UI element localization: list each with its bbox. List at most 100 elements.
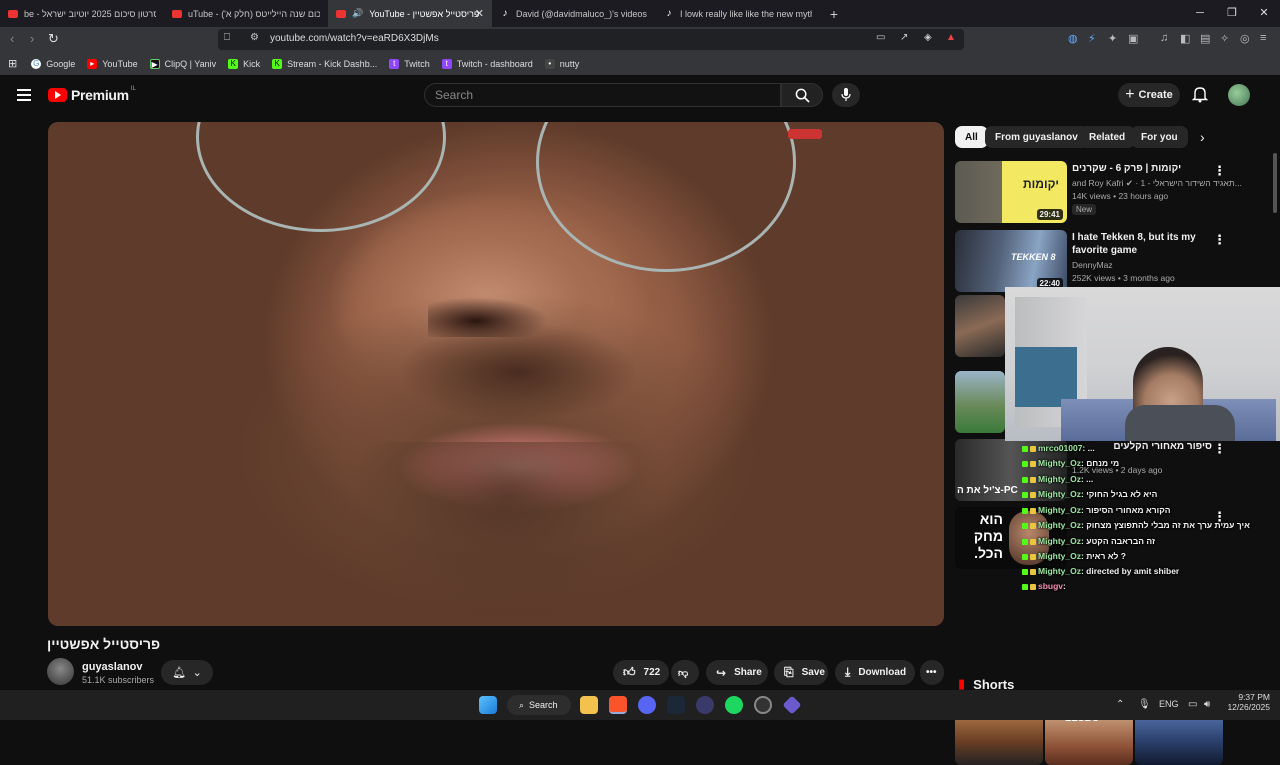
chat-line: mrco01007: ...	[1022, 443, 1095, 453]
browser-tab[interactable]: ♪ I lowk really like like the new mythic	[656, 0, 820, 27]
more-vertical-icon[interactable]: ⋮	[1213, 232, 1226, 248]
chat-line: sbugv:	[1022, 581, 1066, 591]
shield-icon[interactable]: ◈	[924, 32, 932, 43]
minimize-icon[interactable]: ─	[1184, 0, 1216, 27]
browser-tab[interactable]: be - סרטון סיכום 2025 יוטיוב ישראל	[0, 0, 164, 27]
address-bar[interactable]: ⎕ ⚙ youtube.com/watch?v=eaRD6X3DjMs ▭ ↗ …	[218, 29, 964, 50]
spotify-icon[interactable]	[725, 696, 743, 714]
browser-tab-bar: be - סרטון סיכום 2025 יוטיוב ישראל uTube…	[0, 0, 1280, 27]
leo-icon[interactable]: ✧	[1220, 32, 1229, 45]
brave-browser-icon[interactable]	[609, 696, 627, 714]
obs-icon[interactable]	[754, 696, 772, 714]
vpn-icon[interactable]: ◎	[1240, 32, 1250, 45]
bookmark-kick[interactable]: K Kick	[228, 58, 260, 69]
dislike-button[interactable]: 👎︎	[671, 660, 699, 685]
extension-icon[interactable]: ⚡	[1088, 32, 1096, 45]
site-info-icon[interactable]: ⚙	[250, 32, 259, 43]
bookmark-icon[interactable]: ⎕	[224, 32, 230, 43]
language-indicator[interactable]: ENG	[1159, 699, 1179, 709]
google-icon: G	[31, 58, 42, 69]
apps-grid-icon[interactable]: ⊞	[8, 57, 17, 70]
share-page-icon[interactable]: ↗	[900, 32, 908, 43]
taskbar-search-button[interactable]: ⌕ Search	[507, 695, 571, 715]
recommendation-item[interactable]: TEKKEN 8 22:40 I hate Tekken 8, but its …	[955, 230, 1280, 292]
reload-icon[interactable]: ↻	[48, 31, 59, 47]
extensions-puzzle-icon[interactable]: ✦	[1108, 32, 1117, 45]
chip-from-channel[interactable]: From guyaslanov	[985, 126, 1088, 148]
more-vertical-icon[interactable]: ⋮	[1213, 441, 1226, 457]
extension-icon[interactable]: ▣	[1128, 32, 1138, 45]
search-button[interactable]	[781, 83, 823, 107]
network-icon[interactable]: ▭	[1188, 699, 1197, 710]
chevron-up-icon[interactable]: ⌃	[1116, 699, 1124, 710]
search-input[interactable]: Search	[424, 83, 781, 107]
bookmark-youtube[interactable]: ▸ YouTube	[87, 58, 138, 69]
save-button[interactable]: ⎘ Save	[774, 660, 828, 685]
bookmark-nutty[interactable]: • nutty	[544, 58, 579, 69]
voice-search-button[interactable]	[832, 83, 860, 107]
menu-icon[interactable]: ≡	[1260, 32, 1266, 44]
chat-line: Mighty_Oz: זה הבראבה הקטע	[1022, 536, 1155, 546]
notifications-bell-icon[interactable]	[1192, 85, 1208, 103]
create-button[interactable]: + Create	[1118, 83, 1180, 107]
video-thumbnail[interactable]	[955, 371, 1005, 433]
new-tab-button[interactable]: +	[824, 6, 844, 22]
clock-date: 12/26/2025	[1227, 702, 1270, 712]
bookmark-kick-dashboard[interactable]: K Stream - Kick Dashb...	[272, 58, 377, 69]
sidebar-toggle-icon[interactable]: ◧	[1180, 32, 1190, 45]
account-avatar[interactable]	[1228, 84, 1250, 106]
restore-icon[interactable]: ❐	[1216, 0, 1248, 27]
bookmark-twitch-dashboard[interactable]: t Twitch - dashboard	[441, 58, 533, 69]
volume-icon[interactable]: 🔊︎	[1204, 699, 1210, 710]
rewards-icon[interactable]: ▲	[946, 32, 956, 43]
video-thumbnail[interactable]: TEKKEN 8 22:40	[955, 230, 1067, 292]
discord-icon[interactable]	[638, 696, 656, 714]
share-button[interactable]: ↪ Share	[706, 660, 768, 685]
app-icon[interactable]	[782, 695, 802, 715]
browser-tab[interactable]: ♪David (@davidmaluco_)'s videos with	[492, 0, 656, 27]
chip-for-you[interactable]: For you	[1131, 126, 1188, 148]
chat-line: Mighty_Oz: ...	[1022, 474, 1093, 484]
channel-avatar[interactable]	[47, 658, 74, 685]
subscribe-notification-button[interactable]: 🔔︎ ⌄	[161, 660, 213, 685]
more-actions-button[interactable]: •••	[920, 660, 944, 685]
cast-icon[interactable]: ▭	[876, 32, 885, 43]
close-tab-icon[interactable]: ✕	[475, 7, 484, 20]
download-button[interactable]: ⤓ Download	[835, 660, 915, 685]
video-thumbnail[interactable]: יקומות 29:41	[955, 161, 1067, 223]
youtube-premium-logo[interactable]: Premium IL	[48, 86, 136, 103]
hamburger-menu-icon[interactable]	[17, 89, 31, 101]
steam-icon[interactable]	[667, 696, 685, 714]
like-button[interactable]: 👍︎ 722	[613, 660, 669, 685]
youtube-icon: ▸	[87, 58, 98, 69]
recommendation-item[interactable]: יקומות 29:41 יקומות | פרק 6 - שקרנים and…	[955, 161, 1280, 223]
url-text[interactable]: youtube.com/watch?v=eaRD6X3DjMs	[270, 33, 439, 44]
music-icon[interactable]: ♫	[1160, 32, 1168, 44]
extension-icon[interactable]: ◍	[1068, 32, 1078, 45]
chevron-right-icon[interactable]: ›	[1200, 129, 1205, 145]
bookmark-google[interactable]: G Google	[31, 58, 75, 69]
close-window-icon[interactable]: ✕	[1248, 0, 1280, 27]
speaker-icon[interactable]: 🔊	[352, 8, 363, 19]
clock[interactable]: 9:37 PM 12/26/2025	[1227, 692, 1270, 712]
back-icon[interactable]: ‹	[10, 31, 14, 46]
video-thumbnail[interactable]	[955, 295, 1005, 357]
channel-name[interactable]: guyaslanov	[82, 661, 143, 673]
app-icon[interactable]	[696, 696, 714, 714]
more-vertical-icon[interactable]: ⋮	[1213, 163, 1226, 179]
browser-tab[interactable]: uTube - סיכום שנה היילייטס (חלק א')	[164, 0, 328, 27]
microphone-tray-icon[interactable]: 🎙︎	[1138, 699, 1151, 710]
chat-line: Mighty_Oz: directed by amit shiber	[1022, 566, 1179, 576]
browser-tab-active[interactable]: 🔊 YouTube - פריסטייל אפשטיין ✕	[328, 0, 492, 27]
twitch-icon: t	[389, 58, 400, 69]
bookmark-clipq[interactable]: ▶ ClipQ | Yaniv	[149, 58, 216, 69]
chip-related[interactable]: Related	[1079, 126, 1136, 148]
video-player[interactable]	[48, 122, 944, 626]
chip-all[interactable]: All	[955, 126, 988, 148]
forward-icon[interactable]: ›	[30, 31, 34, 46]
page-scrollbar[interactable]	[1272, 153, 1278, 763]
windows-start-icon[interactable]	[479, 696, 497, 714]
wallet-icon[interactable]: ▤	[1200, 32, 1210, 45]
file-explorer-icon[interactable]	[580, 696, 598, 714]
bookmark-twitch[interactable]: t Twitch	[389, 58, 430, 69]
